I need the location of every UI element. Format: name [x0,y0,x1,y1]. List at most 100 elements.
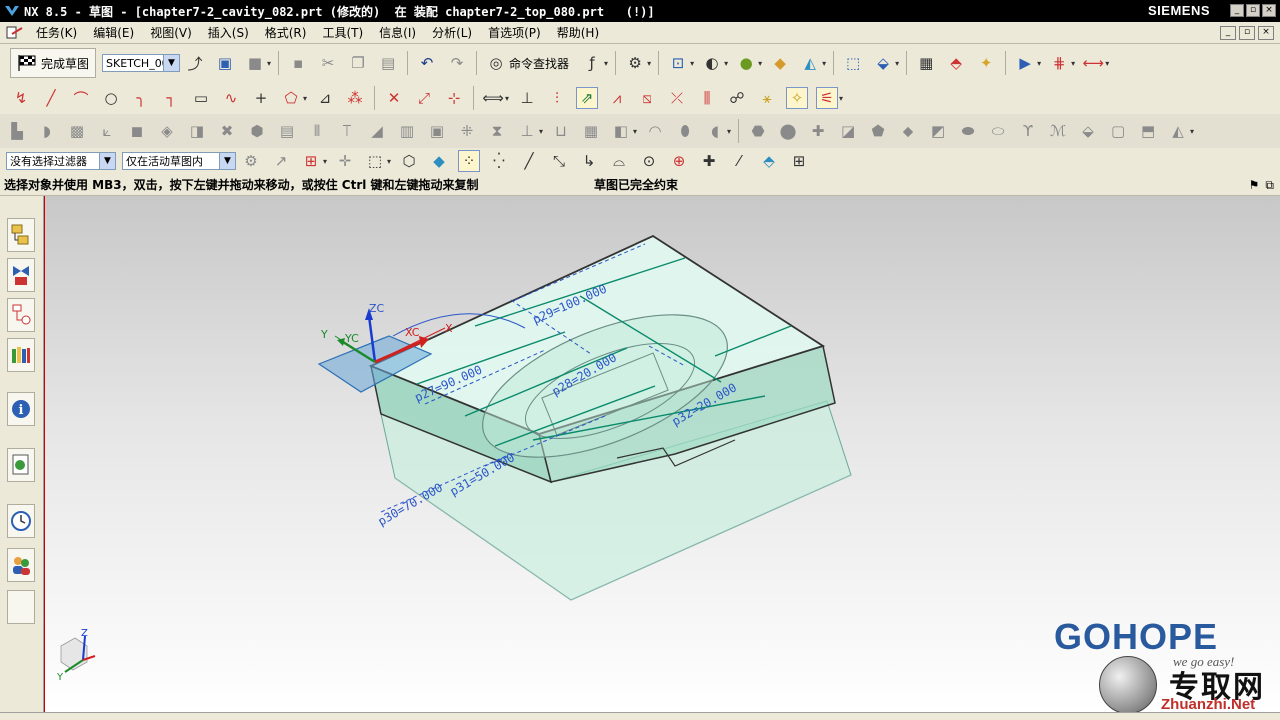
replace-face-icon[interactable]: ⬣ [747,120,769,142]
copy-icon[interactable]: ❐ [347,52,369,74]
assembly-navigator-icon[interactable]: ▦ [915,52,937,74]
quick-trim-icon[interactable]: ✕ [383,87,405,109]
offset-curve-icon[interactable]: ⊿ [314,87,336,109]
auto-constraint-icon[interactable]: ⇗ [576,87,599,109]
snap-pole-icon[interactable]: ⬘ [758,150,780,172]
reattach-sketch-icon[interactable]: ⤴ [184,52,206,74]
assembly-navigator-button[interactable] [7,298,35,332]
pattern-feature-icon[interactable]: ⁜ [456,120,478,142]
edge-blend-icon[interactable]: ◠ [644,120,666,142]
move-face-icon[interactable]: ⬤ [777,120,799,142]
relations-browser-icon[interactable]: ⚹ [756,87,778,109]
chevron-down-icon[interactable]: ▾ [724,59,728,68]
thread-icon[interactable]: ⫴ [306,120,328,142]
finish-sketch-button[interactable]: 完成草图 [10,48,97,78]
bounded-plane-icon[interactable]: ⬙ [1077,120,1099,142]
binoculars-icon[interactable]: ◎ [485,52,507,74]
snap-control-icon[interactable]: ╱ [518,150,540,172]
menu-format[interactable]: 格式(R) [257,22,315,44]
rectangle-icon[interactable]: ▭ [190,87,212,109]
offset-region-icon[interactable]: ⬥ [897,120,919,142]
update-model-icon[interactable]: ▣ [214,52,236,74]
chevron-down-icon[interactable]: ▾ [690,59,694,68]
hole-icon[interactable]: ▩ [66,120,88,142]
menu-tools[interactable]: 工具(T) [314,22,371,44]
circle-icon[interactable]: ○ [100,87,122,109]
arc-icon[interactable]: ⌒ [70,87,92,109]
chevron-down-icon[interactable]: ▾ [895,59,899,68]
history-button[interactable] [7,504,35,538]
intersect-icon[interactable]: ◧ [610,120,632,142]
show-constraints-icon[interactable]: ⩘ [606,87,628,109]
snap-endpoint-icon[interactable]: ⁘ [458,150,481,172]
draft-icon[interactable]: ⟙ [336,120,358,142]
menu-preferences[interactable]: 首选项(P) [480,22,549,44]
fillet-icon[interactable]: ╮ [130,87,152,109]
mirror-icon[interactable]: ⧗ [486,120,508,142]
general-selection-icon[interactable]: ⚙ [240,150,262,172]
minimize-button[interactable]: _ [1230,4,1244,17]
nx-app-icon[interactable] [4,3,20,19]
fullscreen-icon[interactable]: ⧉ [1265,178,1274,193]
menu-insert[interactable]: 插入(S) [200,22,257,44]
chevron-down-icon[interactable]: ▾ [633,127,637,136]
fit-view-icon[interactable]: ⊡ [667,52,689,74]
menu-view[interactable]: 视图(V) [142,22,200,44]
trimmed-sheet-icon[interactable]: ▢ [1107,120,1129,142]
sew-icon[interactable]: ◖ [704,120,726,142]
constraints-icon[interactable]: ⊥ [516,87,538,109]
select-filter-icon[interactable]: ↗ [270,150,292,172]
point-icon[interactable]: + [250,87,272,109]
infer-constraints-icon[interactable]: ☍ [726,87,748,109]
trim-body-icon[interactable]: ▥ [396,120,418,142]
dimension-icon[interactable]: ⫶ [546,87,568,109]
chevron-down-icon[interactable]: ▾ [1037,59,1041,68]
split-body-icon[interactable]: ▣ [426,120,448,142]
offset-face-icon[interactable]: ⊥ [516,120,538,142]
select-body-icon[interactable]: ◆ [428,150,450,172]
snap-point-on-face-icon[interactable]: ✚ [698,150,720,172]
snap-existing-point-icon[interactable]: ⊙ [638,150,660,172]
doc-close-button[interactable]: × [1258,26,1274,40]
sketch-name-select[interactable]: SKETCH_000 ▼ [102,54,181,72]
subtract-icon[interactable]: ▦ [580,120,602,142]
rectangle-select-icon[interactable]: ⬚ [364,150,386,172]
convert-reference-icon[interactable]: ⤫ [666,87,688,109]
sketch-plane-icon[interactable]: ƒ [581,52,603,74]
rapid-dimension-icon[interactable]: ⟺ [482,87,504,109]
polygon-icon[interactable]: ⬠ [280,87,302,109]
chevron-down-icon[interactable]: ▾ [1071,59,1075,68]
chevron-down-icon[interactable]: ▾ [647,59,651,68]
reuse-library-button[interactable] [7,338,35,372]
chevron-down-icon[interactable]: ▾ [267,59,271,68]
constraint-icon[interactable]: ⬘ [945,52,967,74]
menu-edit[interactable]: 编辑(E) [85,22,142,44]
chamfer-icon[interactable]: ┐ [160,87,182,109]
chevron-down-icon[interactable]: ▾ [727,127,731,136]
revolve-icon[interactable]: ◗ [36,120,58,142]
resize-face-icon[interactable]: ⬟ [867,120,889,142]
extension-icon[interactable]: ⬒ [1137,120,1159,142]
pocket-icon[interactable]: ◨ [186,120,208,142]
menu-help[interactable]: 帮助(H) [549,22,607,44]
type-filter-select[interactable]: 没有选择过滤器 ▼ [6,152,116,170]
rendering-style-icon[interactable]: ◐ [701,52,723,74]
doc-restore-button[interactable]: ▫ [1239,26,1255,40]
make-corner-icon[interactable]: ⊹ [443,87,465,109]
undo-icon[interactable]: ↶ [416,52,438,74]
chevron-down-icon[interactable]: ▾ [822,59,826,68]
chevron-down-icon[interactable]: ▾ [323,157,327,166]
menu-information[interactable]: 信息(I) [371,22,424,44]
block-icon[interactable]: ◼ [126,120,148,142]
orient-view-icon[interactable]: ⬚ [842,52,864,74]
disk-icon[interactable]: ▪ [287,52,309,74]
graphics-window[interactable]: p29=100.000 p27=90.000 p28=20.000 p32=20… [44,196,1280,712]
create-inferred-icon[interactable]: ✧ [786,87,809,109]
chevron-down-icon[interactable]: ▾ [505,94,509,103]
task-environment-icon[interactable] [6,25,24,41]
chevron-down-icon[interactable]: ▾ [604,59,608,68]
alternate-solution-icon[interactable]: ⫼ [696,87,718,109]
menu-analysis[interactable]: 分析(L) [424,22,480,44]
chevron-down-icon[interactable]: ▾ [387,157,391,166]
blank-panel-button[interactable] [7,590,35,624]
